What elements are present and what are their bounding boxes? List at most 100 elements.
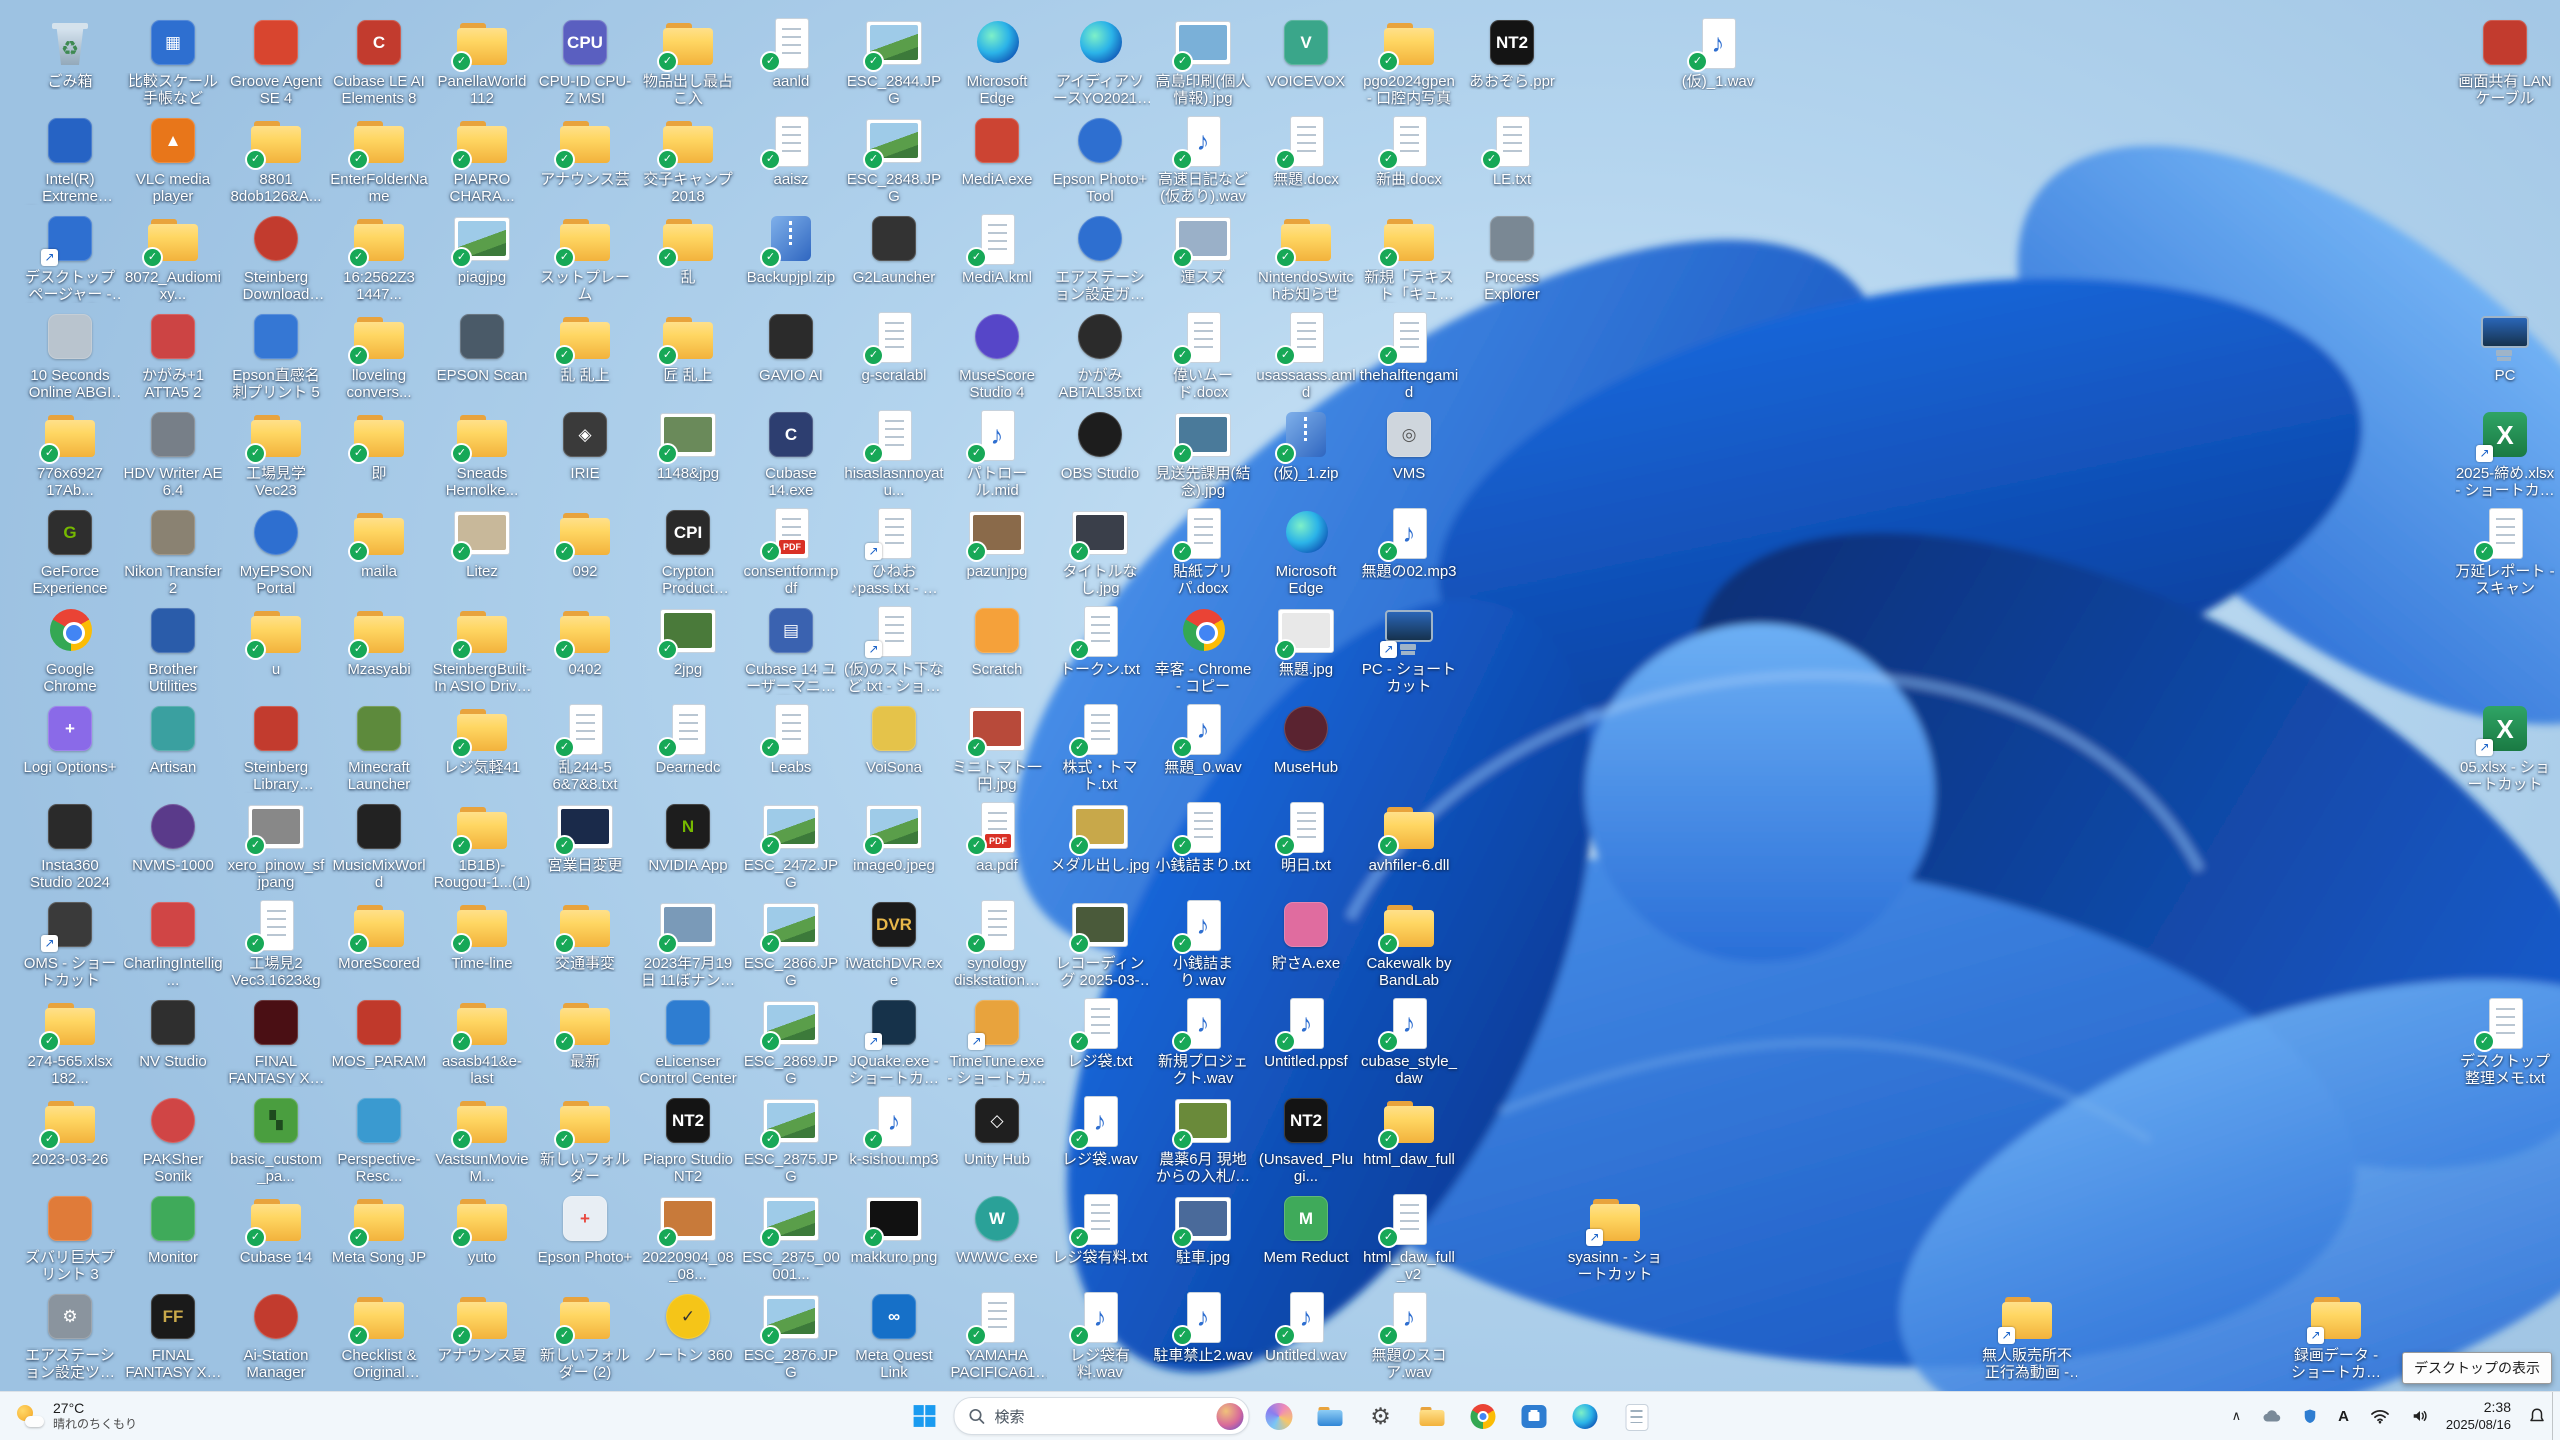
desktop-icon[interactable]: ▦ 比較スケール手帳など [123, 16, 223, 107]
desktop-icon[interactable]: ✓ 工場見2 Vec3.1623&g [226, 898, 326, 989]
search-highlight-image[interactable] [1216, 1402, 1244, 1430]
desktop-icon[interactable]: NV Studio [123, 996, 223, 1070]
desktop-icon[interactable]: ✓ piagjpg [432, 212, 532, 286]
desktop-icon[interactable]: M Mem Reduct [1256, 1192, 1356, 1266]
desktop-icon[interactable]: ✓ Sneads Hernolke... [432, 408, 532, 499]
desktop-icon[interactable]: ✓ Cubase 14 [226, 1192, 326, 1266]
desktop-icon[interactable]: ↗ OMS - ショートカット [20, 898, 120, 989]
desktop-icon[interactable]: V VOICEVOX [1256, 16, 1356, 90]
show-desktop-button[interactable] [2552, 1392, 2560, 1440]
desktop-icon[interactable]: ✓ ESC_2472.JPG [741, 800, 841, 891]
desktop-icon[interactable]: ↗ TimeTune.exe - ショートカット [947, 996, 1047, 1087]
desktop-icon[interactable]: ▚ basic_custom_pa... [226, 1094, 326, 1185]
wifi-icon[interactable] [2366, 1404, 2394, 1428]
desktop-icon[interactable]: Epson直感名刺プリント 5 [226, 310, 326, 401]
desktop-icon[interactable]: ✓ (仮)_1.zip [1256, 408, 1356, 482]
desktop-icon[interactable]: 幸客 - Chrome - コピー [1153, 604, 1253, 695]
desktop-icon[interactable]: PDF ✓ aa.pdf [947, 800, 1047, 874]
desktop-icon[interactable]: ✓ 株式・トマト.txt [1050, 702, 1150, 793]
desktop-icon[interactable]: ✓ pgo2024gpen - 口腔内写真 [1359, 16, 1459, 107]
desktop-icon[interactable]: アイディアソースYO2021B - Inpla... [1050, 16, 1150, 107]
desktop-icon[interactable]: ♪ ✓ 新規プロジェクト.wav [1153, 996, 1253, 1087]
desktop-icon[interactable]: ✓ YAMAHA PACIFICA612VL... [947, 1290, 1047, 1381]
desktop-icon[interactable]: ✓ 農薬6月 現地からの入札/投稿まとめ [1153, 1094, 1253, 1185]
desktop-icon[interactable]: ♻ ごみ箱 [20, 16, 120, 90]
desktop-icon[interactable]: ✓ 匠 乱上 [638, 310, 738, 384]
desktop-icon[interactable]: Scratch [947, 604, 1047, 678]
desktop-icon[interactable]: Groove Agent SE 4 [226, 16, 326, 107]
desktop-icon[interactable]: ✓ 2jpg [638, 604, 738, 678]
desktop-icon[interactable]: ✓ LE.txt [1462, 114, 1562, 188]
desktop-icon[interactable]: Intel(R) Extreme Tuning Utility [20, 114, 120, 205]
chrome-icon[interactable] [1461, 1394, 1505, 1438]
desktop-icon[interactable]: CPICrypton Product Installer [638, 506, 738, 597]
desktop-icon[interactable]: MuseHub [1256, 702, 1356, 776]
desktop-icon[interactable]: ♪ ✓ レジ袋.wav [1050, 1094, 1150, 1168]
desktop-icon[interactable]: ✓ 新しいフォルダー (2) [535, 1290, 635, 1381]
desktop-icon[interactable]: ✓ 0402 [535, 604, 635, 678]
desktop-icon[interactable]: ✓ lloveling convers... [329, 310, 429, 401]
desktop-icon[interactable]: Steinberg Library Manager [226, 702, 326, 793]
desktop-icon[interactable]: ✓ 駐車.jpg [1153, 1192, 1253, 1266]
desktop-icon[interactable]: NVMS-1000 [123, 800, 223, 874]
search-input[interactable]: 検索 [953, 1397, 1250, 1435]
desktop-icon[interactable]: ◈ IRIE [535, 408, 635, 482]
desktop-icon[interactable]: ズバリ巨大プリント 3 [20, 1192, 120, 1283]
desktop-icon[interactable]: ✓ Meta Song JP [329, 1192, 429, 1266]
desktop-icon[interactable]: ✓ 即 [329, 408, 429, 482]
desktop-icon[interactable]: VoiSona [844, 702, 944, 776]
desktop-icon[interactable]: ✓ MediA.kml [947, 212, 1047, 286]
desktop-icon[interactable]: ↗ 録画データ - ショートカット [2286, 1290, 2386, 1381]
desktop-icon[interactable]: ✓ 工場見学 Vec23 [226, 408, 326, 499]
desktop-icon[interactable]: ✓ maila [329, 506, 429, 580]
desktop-icon[interactable]: ✓ 貼紙プリパ.docx [1153, 506, 1253, 597]
desktop-icon[interactable]: ✓ makkuro.png [844, 1192, 944, 1266]
desktop-icon[interactable]: ✓ スットプレーム [535, 212, 635, 303]
desktop-icon[interactable]: ✓ Dearnedc [638, 702, 738, 776]
desktop-icon[interactable]: ♪ ✓ 無題の02.mp3 [1359, 506, 1459, 580]
desktop-icon[interactable]: ✓ 無題.jpg [1256, 604, 1356, 678]
desktop-icon[interactable]: ↗ 無人販売所不正行為動画 - ショートカット [1977, 1290, 2077, 1381]
desktop-icon[interactable]: ♪ ✓ 無題のスコア.wav [1359, 1290, 1459, 1381]
desktop-icon[interactable]: 貯さA.exe [1256, 898, 1356, 972]
desktop-icon[interactable]: ✓ 2023年7月19日 11ぼナンプ付.jpg [638, 898, 738, 989]
desktop-icon[interactable]: ✓ Mzasyabi [329, 604, 429, 678]
desktop-icon[interactable]: ✓ 8072_Audiomixy... [123, 212, 223, 303]
desktop-icon[interactable]: Artisan [123, 702, 223, 776]
desktop-icon[interactable]: ✓ 偉いムード.docx [1153, 310, 1253, 401]
start-button[interactable] [903, 1394, 947, 1438]
desktop[interactable]: ♻ ごみ箱 ▦ 比較スケール手帳など Groove Agent SE 4 C Cubase … [0, 0, 2560, 1392]
desktop-icon[interactable]: ✓ ノートン 360 [638, 1290, 738, 1364]
desktop-icon[interactable]: Insta360 Studio 2024 [20, 800, 120, 891]
desktop-icon[interactable]: ♪ ✓ パトロール.mid [947, 408, 1047, 499]
desktop-icon[interactable]: ✓ メダル出し.jpg [1050, 800, 1150, 874]
desktop-icon[interactable]: ✓ タイトルなし.jpg [1050, 506, 1150, 597]
desktop-icon[interactable]: ✓ VastsunMovieM... [432, 1094, 532, 1185]
desktop-icon[interactable]: OBS Studio [1050, 408, 1150, 482]
desktop-icon[interactable]: ✓ 乱 [638, 212, 738, 286]
desktop-icon[interactable]: X ↗ 05.xlsx - ショートカット [2455, 702, 2555, 793]
desktop-icon[interactable]: ✓ PanellaWorld 112 [432, 16, 532, 107]
desktop-icon[interactable]: ✓ 新曲.docx [1359, 114, 1459, 188]
desktop-icon[interactable]: ✓ 8801 8dob126&A... [226, 114, 326, 205]
desktop-icon[interactable]: X↗2025-締め.xlsx - ショートカット [2455, 408, 2555, 499]
desktop-icon[interactable]: ↗ PC - ショートカット [1359, 604, 1459, 695]
desktop-icon[interactable]: G2Launcher [844, 212, 944, 286]
desktop-icon[interactable]: ♪ ✓ 無題_0.wav [1153, 702, 1253, 776]
desktop-icon[interactable]: HDV Writer AE 6.4 [123, 408, 223, 499]
desktop-icon[interactable]: ∞ Meta Quest Link [844, 1290, 944, 1381]
desktop-icon[interactable]: ✓ u [226, 604, 326, 678]
desktop-icon[interactable]: ✓ レコーディング 2025-03-1... [1050, 898, 1150, 989]
desktop-icon[interactable]: CPU CPU-ID CPU-Z MSI [535, 16, 635, 107]
desktop-icon[interactable]: ✓ 無題.docx [1256, 114, 1356, 188]
desktop-icon[interactable]: PC [2455, 310, 2555, 384]
desktop-icon[interactable]: NT2 Piapro Studio NT2 [638, 1094, 738, 1185]
desktop-icon[interactable]: エアステーション設定ガイド [1050, 212, 1150, 303]
weather-widget[interactable]: 27°C 晴れのちくもり [0, 1392, 153, 1440]
desktop-icon[interactable]: ✓ html_daw_full_v2 [1359, 1192, 1459, 1283]
store-icon[interactable] [1512, 1394, 1556, 1438]
edge-icon[interactable] [1563, 1394, 1607, 1438]
desktop-icon[interactable]: ✓ ESC_2875_00001... [741, 1192, 841, 1283]
clock[interactable]: 2:38 2025/08/16 [2446, 1399, 2511, 1433]
onedrive-icon[interactable] [2258, 1405, 2286, 1427]
